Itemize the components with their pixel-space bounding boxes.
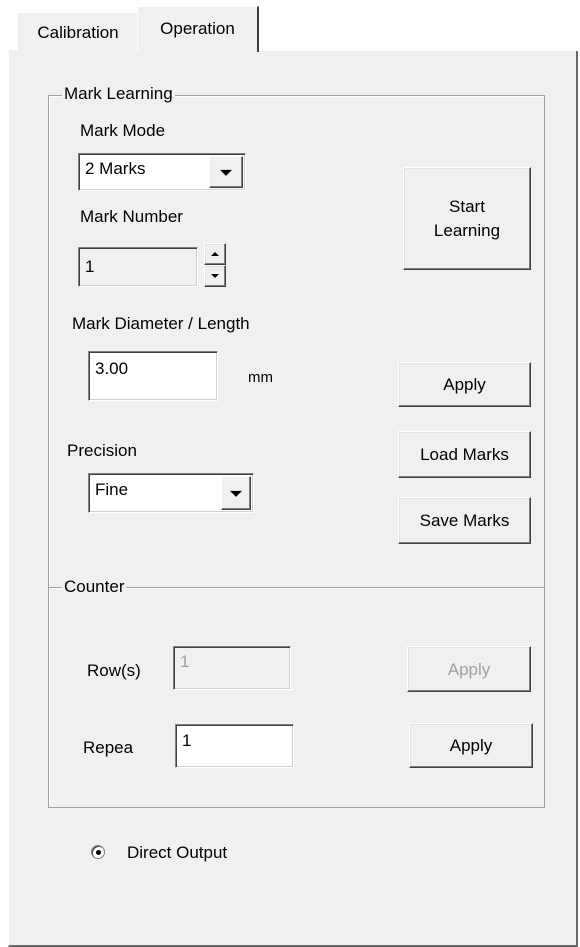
mark-number-spin-up[interactable] [204,243,226,265]
repeat-value: 1 [182,731,192,750]
tab-operation-label: Operation [160,19,235,38]
chevron-down-icon [220,169,232,176]
tab-calibration[interactable]: Calibration [17,12,139,50]
save-marks-label: Save Marks [419,511,510,530]
repeat-label: Repea [83,738,134,757]
mark-diameter-value: 3.00 [95,359,129,378]
arrow-up-icon [211,252,219,256]
rows-label: Row(s) [87,661,141,680]
apply-diameter-label: Apply [443,375,486,394]
apply-diameter-button[interactable]: Apply [398,362,531,407]
direct-output-radio[interactable] [91,845,105,859]
mark-learning-title: Mark Learning [62,84,175,104]
start-learning-button[interactable]: Start Learning [403,167,531,270]
precision-label: Precision [67,441,137,460]
precision-value: Fine [95,480,129,499]
tab-operation[interactable]: Operation [137,6,259,52]
start-learning-label: Start Learning [433,196,501,240]
mark-mode-value: 2 Marks [85,159,146,178]
load-marks-label: Load Marks [420,445,509,464]
repeat-apply-label: Apply [449,736,493,755]
rows-apply-label: Apply [447,659,491,679]
rows-apply-button: Apply [407,646,531,692]
mark-number-field: 1 [78,247,198,287]
mark-number-spin-down[interactable] [204,265,226,287]
mark-number-label: Mark Number [80,207,183,226]
precision-dropdown-button[interactable] [221,476,251,510]
counter-title: Counter [62,577,127,597]
radio-selected-dot [96,850,101,855]
mark-mode-dropdown-button[interactable] [209,156,243,188]
mark-number-value: 1 [85,257,95,276]
mark-mode-select[interactable]: 2 Marks [78,153,246,191]
arrow-down-icon [211,274,219,278]
repeat-input[interactable]: 1 [175,724,294,768]
direct-output-label: Direct Output [127,843,228,862]
rows-value: 1 [180,652,190,671]
panel-top-edge [259,50,578,51]
mark-diameter-input[interactable]: 3.00 [88,351,218,401]
precision-select[interactable]: Fine [88,473,254,513]
chevron-down-icon [230,490,242,497]
mark-diameter-unit: mm [248,369,273,386]
tab-calibration-label: Calibration [37,23,119,42]
load-marks-button[interactable]: Load Marks [398,431,531,478]
mark-mode-label: Mark Mode [80,121,166,140]
save-marks-button[interactable]: Save Marks [398,497,531,544]
repeat-apply-button[interactable]: Apply [409,723,533,768]
mark-diameter-label: Mark Diameter / Length [72,314,250,333]
rows-input: 1 [173,646,291,690]
